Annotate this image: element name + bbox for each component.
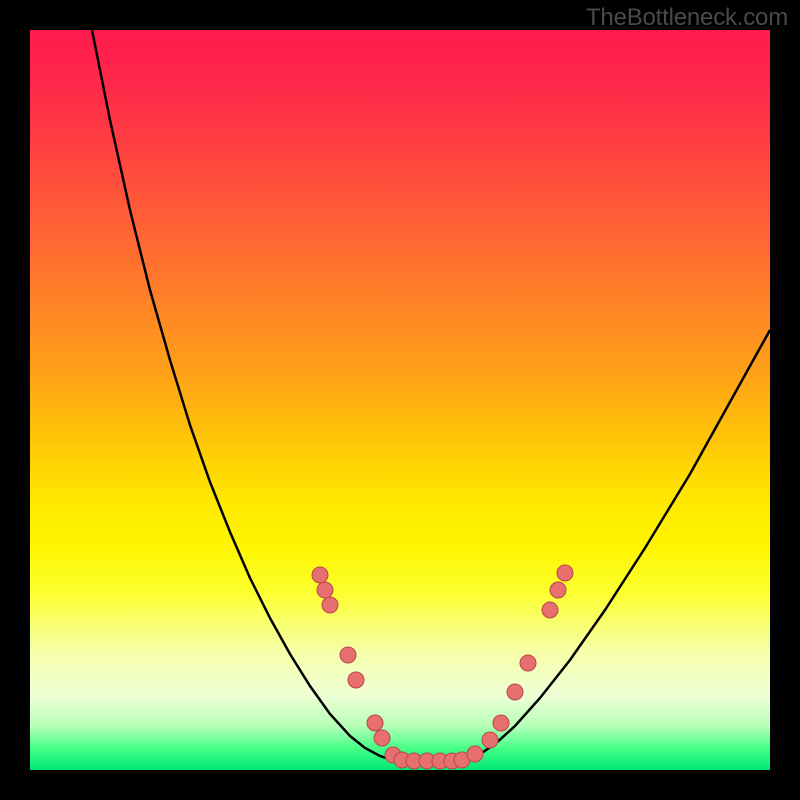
- highlight-dot: [550, 582, 566, 598]
- highlight-dot: [557, 565, 573, 581]
- highlight-dot: [507, 684, 523, 700]
- curve-path: [92, 30, 770, 761]
- highlight-dot: [340, 647, 356, 663]
- highlight-dot: [317, 582, 333, 598]
- bottleneck-curve-svg: [30, 30, 770, 770]
- highlight-dot: [348, 672, 364, 688]
- highlight-dot: [482, 732, 498, 748]
- highlight-dot: [520, 655, 536, 671]
- highlight-dot: [322, 597, 338, 613]
- highlight-dot: [493, 715, 509, 731]
- outer-frame: TheBottleneck.com: [0, 0, 800, 800]
- highlight-dot: [467, 746, 483, 762]
- highlight-dot: [312, 567, 328, 583]
- highlight-dot: [374, 730, 390, 746]
- highlight-dot: [542, 602, 558, 618]
- highlight-dot: [367, 715, 383, 731]
- brand-watermark: TheBottleneck.com: [586, 4, 788, 32]
- plot-area: [30, 30, 770, 770]
